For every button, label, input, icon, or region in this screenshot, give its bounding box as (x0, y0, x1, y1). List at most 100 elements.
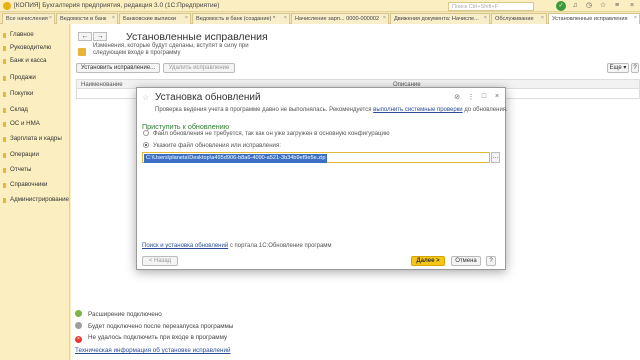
maximize-icon[interactable]: □ (480, 93, 488, 100)
sidebar-item-reports[interactable]: Отчеты (0, 166, 70, 177)
dialog-title: Установка обновлений (155, 92, 261, 103)
legend-text: Будет подключено после перезапуска прогр… (88, 323, 234, 330)
sidebar-item-purchases[interactable]: Покупки (0, 90, 70, 101)
menu-bar-icon (3, 153, 6, 158)
sidebar-item-bank[interactable]: Банк и касса (0, 57, 70, 68)
sidebar-item-salary[interactable]: Зарплата и кадры (0, 135, 70, 146)
tab-label: Ведомость в банк (создание) * (196, 16, 276, 22)
global-search-input[interactable]: Поиск Ctrl+Shift+F (448, 1, 534, 11)
favorite-star-icon[interactable]: ☆ (142, 93, 149, 102)
info-text: Изменения, которые будут сделаны, вступя… (93, 43, 249, 56)
sidebar-item-label: Зарплата и кадры (10, 135, 62, 142)
legend-text: Расширение подключено (88, 311, 162, 318)
back-button[interactable]: ← (78, 32, 92, 41)
tab-label: Установленные исправления (552, 16, 628, 22)
tech-info-link[interactable]: Техническая информация об установке испр… (75, 347, 231, 354)
close-dialog-icon[interactable]: × (493, 93, 501, 100)
sidebar-item-label: Продажи (10, 74, 36, 81)
run-checks-link[interactable]: выполнить системные проверки (373, 107, 462, 113)
search-updates-link[interactable]: Поиск и установка обновлений (142, 243, 228, 249)
help-button[interactable]: ? (631, 63, 639, 73)
close-tab-icon[interactable]: × (541, 15, 544, 21)
radio-selected-icon[interactable] (143, 142, 149, 148)
legend-failed: × Не удалось подключить при входе в прогр… (75, 334, 227, 343)
menu-bar-icon (3, 168, 6, 173)
file-path-input[interactable]: C:\Users\planeta\Desktop\a495d906-b8a6-4… (142, 152, 490, 163)
notification-bell-icon[interactable]: ✓ (556, 1, 566, 11)
next-button[interactable]: Далее > (411, 256, 445, 266)
tab-label: Движения документа: Начисле... (394, 16, 479, 22)
close-tab-icon[interactable]: × (284, 15, 287, 21)
menu-bar-icon (3, 108, 6, 113)
link-icon[interactable]: ⊘ (453, 93, 461, 101)
tab-document-movements[interactable]: Движения документа: Начисле... × (390, 13, 490, 24)
sidebar-item-warehouse[interactable]: Склад (0, 106, 70, 117)
tab-bank-extracts[interactable]: Банковские выписки × (119, 13, 191, 24)
tab-installed-fixes[interactable]: Установленные исправления × (548, 13, 640, 24)
close-window-icon[interactable]: × (627, 1, 637, 11)
close-tab-icon[interactable]: × (49, 15, 52, 21)
tab-bank-statements-sheets[interactable]: Ведомости в банк × (56, 13, 118, 24)
menu-bar-icon (3, 122, 6, 127)
portal-text: с портала 1С:Обновление программ (228, 243, 332, 249)
tab-maintenance[interactable]: Обслуживание × (491, 13, 547, 24)
radio-icon[interactable] (143, 130, 149, 136)
menu-bar-icon (3, 183, 6, 188)
tab-label: Ведомости в банк (60, 16, 107, 22)
tab-salary-accrual[interactable]: Начисление зарп... 0000-000002 × (291, 13, 389, 24)
menu-bar-icon (3, 198, 6, 203)
menu-bar-icon (3, 137, 6, 142)
remove-fix-button[interactable]: Удалить исправление (163, 63, 235, 73)
sidebar-item-main[interactable]: Главное (0, 31, 70, 42)
legend-text: Не удалось подключить при входе в програ… (88, 334, 228, 341)
open-tabs-bar: Все начисления × Ведомости в банк × Банков… (0, 12, 640, 24)
gray-status-icon (75, 322, 82, 329)
sidebar-item-manager[interactable]: Руководителю (0, 44, 70, 55)
menu-bar-icon (3, 92, 6, 97)
bell-icon[interactable]: ♫ (570, 1, 580, 11)
sidebar-item-administration[interactable]: Администрирование (0, 196, 70, 207)
sidebar-item-label: Администрирование (10, 196, 70, 203)
close-tab-icon[interactable]: × (634, 15, 637, 21)
menu-bar-icon (3, 33, 6, 38)
legend-after-restart: Будет подключено после перезапуска прогр… (75, 322, 233, 330)
sidebar: Главное Руководителю Банк и касса Продаж… (0, 24, 70, 360)
file-path-value: C:\Users\planeta\Desktop\a495d906-b8a6-4… (144, 154, 328, 163)
close-tab-icon[interactable]: × (185, 15, 188, 21)
title-bar: [КОПИЯ] Бухгалтерия предприятия, редакци… (0, 0, 640, 12)
sidebar-item-operations[interactable]: Операции (0, 151, 70, 162)
history-icon[interactable]: ◷ (584, 1, 594, 11)
forward-button[interactable]: → (93, 32, 107, 41)
menu-icon[interactable]: ≡ (612, 1, 622, 11)
install-updates-dialog: ☆ Установка обновлений ⊘ ⋮ □ × Проверка … (136, 87, 508, 270)
back-step-button[interactable]: < Назад (142, 256, 178, 266)
tab-all-accruals[interactable]: Все начисления × (2, 13, 55, 24)
sidebar-item-sales[interactable]: Продажи (0, 74, 70, 85)
menu-bar-icon (3, 59, 6, 64)
menu-bar-icon (3, 76, 6, 81)
close-tab-icon[interactable]: × (383, 15, 386, 21)
more-button[interactable]: Еще ▾ (607, 63, 629, 73)
more-button-label: Еще (609, 65, 622, 71)
option-select-file-radio[interactable]: Укажите файл обновления или исправления: (143, 142, 281, 149)
column-name[interactable]: Наименование (81, 82, 123, 88)
browse-file-button[interactable]: … (491, 152, 500, 163)
sidebar-item-directories[interactable]: Справочники (0, 181, 70, 192)
sidebar-item-label: Покупки (10, 90, 34, 97)
dialog-help-button[interactable]: ? (486, 256, 496, 266)
sidebar-item-label: Руководителю (10, 44, 52, 51)
close-tab-icon[interactable]: × (484, 15, 487, 21)
cancel-button[interactable]: Отмена (451, 256, 481, 266)
star-icon[interactable]: ☆ (598, 1, 608, 11)
app-logo-icon (3, 2, 11, 10)
install-fix-button[interactable]: Установить исправление... (76, 63, 160, 73)
sidebar-item-label: Банк и касса (10, 57, 47, 64)
radio-label: Файл обновления не требуется, так как он… (153, 130, 390, 137)
sidebar-item-fixed-assets[interactable]: ОС и НМА (0, 120, 70, 131)
portal-link-row: Поиск и установка обновлений с портала 1… (142, 243, 332, 249)
more-vert-icon[interactable]: ⋮ (467, 93, 475, 101)
tab-bank-sheet-create[interactable]: Ведомость в банк (создание) * × (192, 13, 290, 24)
option-no-file-radio[interactable]: Файл обновления не требуется, так как он… (143, 130, 390, 137)
tab-label: Начисление зарп... 0000-000002 (295, 16, 380, 22)
close-tab-icon[interactable]: × (112, 15, 115, 21)
